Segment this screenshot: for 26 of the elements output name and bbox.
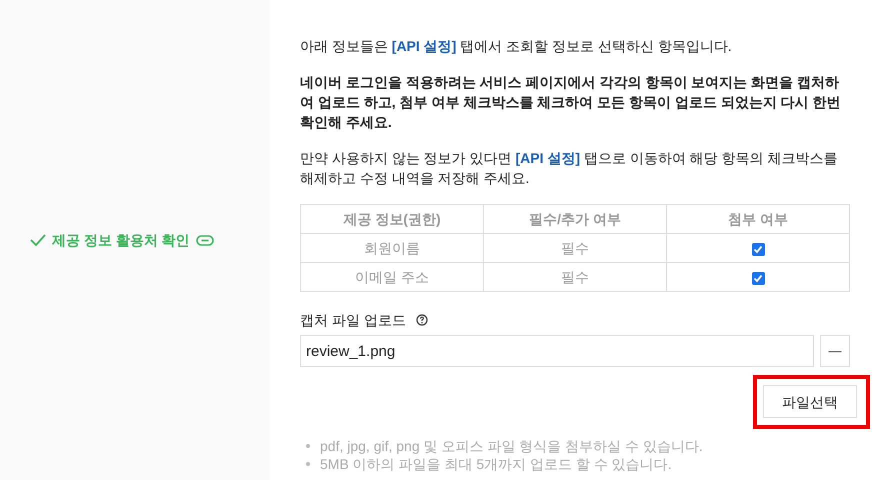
attachment-checkbox[interactable]	[752, 242, 764, 256]
remove-file-button[interactable]: —	[820, 335, 850, 367]
bullet-icon	[306, 444, 310, 448]
table-cell: 회원이름	[300, 234, 484, 262]
hint-text: 5MB 이하의 파일을 최대 5개까지 업로드 할 수 있습니다.	[320, 455, 672, 473]
notice-text: 네이버 로그인을 적용하려는 서비스 페이지에서 각각의 항목이 보여지는 화면을 캡처하여 업로드 하고, 첨부 여부 체크박스를 체크하여 모든 항목이 업로드 되었는지 다시 한번 확인해 주세요.	[300, 73, 842, 132]
choose-file-button[interactable]: 파일선택	[763, 385, 857, 418]
table-cell: 이메일 주소	[300, 262, 484, 292]
check-icon	[30, 234, 46, 246]
api-settings-link[interactable]: [API 설정]	[515, 150, 580, 166]
intro-text: 아래 정보들은 [API 설정] 탭에서 조회할 정보로 선택하신 항목입니다.	[300, 37, 733, 56]
bullet-icon	[306, 462, 310, 466]
table-cell: 필수	[484, 262, 666, 292]
link-icon[interactable]	[196, 234, 214, 246]
column-header: 제공 정보(권한)	[300, 204, 484, 234]
upload-label: 캡처 파일 업로드	[300, 311, 406, 330]
hint-text: pdf, jpg, gif, png 및 오피스 파일 형식을 첨부하실 수 있습니다.	[320, 437, 703, 455]
sidebar-title: 제공 정보 활용처 확인	[52, 230, 190, 250]
attachment-checkbox[interactable]	[752, 272, 764, 285]
column-header: 필수/추가 여부	[484, 204, 666, 234]
file-name-field[interactable]: review_1.png	[300, 335, 814, 367]
help-icon[interactable]	[416, 314, 428, 326]
table-cell: 필수	[484, 234, 666, 262]
column-header: 첨부 여부	[666, 204, 850, 234]
api-settings-link[interactable]: [API 설정]	[392, 38, 456, 54]
note-text: 만약 사용하지 않는 정보가 있다면 [API 설정] 탭으로 이동하여 해당 항목의 체크박스를 해제하고 수정 내역을 저장해 주세요.	[300, 149, 838, 188]
